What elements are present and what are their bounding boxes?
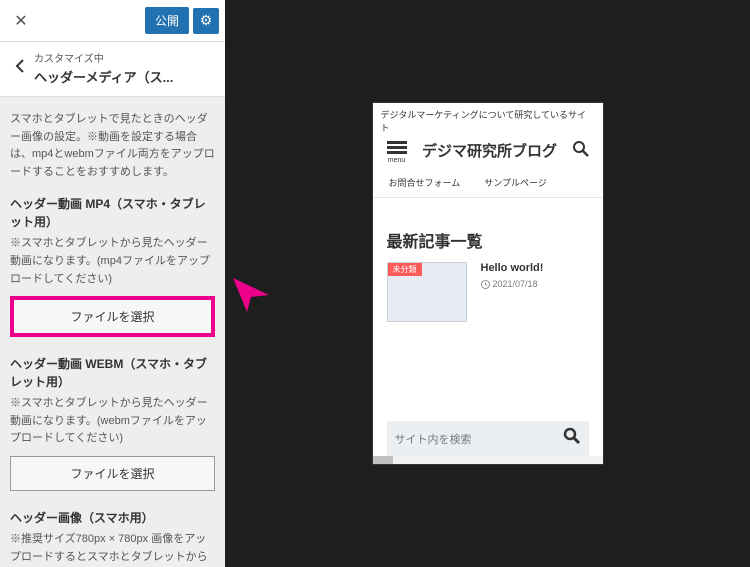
section-title-mp4: ヘッダー動画 MP4（スマホ・タブレット用） (10, 195, 215, 231)
section-title-image: ヘッダー画像（スマホ用） (10, 509, 215, 527)
publish-button[interactable]: 公開 (145, 7, 189, 34)
nav-link-contact[interactable]: お問合せフォーム (389, 176, 461, 189)
mobile-preview-frame: デジタルマーケティングについて研究しているサイト menu デジマ研究所ブログ … (372, 102, 604, 465)
section-title-webm: ヘッダー動画 WEBM（スマホ・タブレット用） (10, 355, 215, 391)
customizer-panel: ✕ 公開 ⚙ カスタマイズ中 ヘッダーメディア（ス... スマホとタブレットで見… (0, 0, 225, 567)
chevron-left-icon (14, 58, 26, 74)
back-button[interactable] (6, 58, 34, 79)
section-note-mp4: ※スマホとタブレットから見たヘッダー動画になります。(mp4ファイルをアップロー… (10, 235, 215, 288)
post-meta: Hello world! 2021/07/18 (481, 262, 589, 322)
settings-button[interactable]: ⚙ (193, 8, 219, 34)
breadcrumb-text: カスタマイズ中 ヘッダーメディア（ス... (34, 50, 219, 86)
post-thumbnail: 未分類 (387, 262, 467, 322)
section-note-image: ※推奨サイズ780px × 780px 画像をアップロードするとスマホとタブレッ… (10, 531, 215, 567)
horizontal-scrollbar[interactable] (373, 456, 603, 464)
nav-links: お問合せフォーム サンプルページ (373, 172, 603, 198)
menu-button[interactable]: menu (383, 139, 411, 164)
customizer-topbar: ✕ 公開 ⚙ (0, 0, 225, 42)
site-header: menu デジマ研究所ブログ (373, 137, 603, 172)
select-file-webm-button[interactable]: ファイルを選択 (10, 456, 215, 491)
panel-description: スマホとタブレットで見たときのヘッダー画像の設定。※動画を設定する場合は、mp4… (10, 111, 215, 181)
preview-area: デジタルマーケティングについて研究しているサイト menu デジマ研究所ブログ … (225, 0, 750, 567)
page-title: ヘッダーメディア（ス... (34, 67, 219, 86)
post-date: 2021/07/18 (481, 279, 589, 289)
search-submit-button[interactable] (563, 427, 581, 450)
search-button[interactable] (569, 140, 593, 163)
post-item[interactable]: 未分類 Hello world! 2021/07/18 (373, 262, 603, 322)
search-icon (572, 140, 590, 158)
nav-link-sample[interactable]: サンプルページ (484, 176, 547, 189)
topbar-actions: 公開 ⚙ (145, 7, 219, 34)
section-note-webm: ※スマホとタブレットから見たヘッダー動画になります。(webmファイルをアップロ… (10, 395, 215, 448)
category-badge: 未分類 (388, 263, 422, 276)
search-bar[interactable]: サイト内を検索 (387, 421, 589, 456)
gear-icon: ⚙ (200, 12, 213, 29)
clock-icon (481, 280, 490, 289)
site-tagline: デジタルマーケティングについて研究しているサイト (373, 103, 603, 137)
search-input[interactable]: サイト内を検索 (395, 431, 563, 447)
site-title[interactable]: デジマ研究所ブログ (411, 142, 569, 162)
latest-posts-heading: 最新記事一覧 (373, 222, 603, 262)
breadcrumb: カスタマイズ中 ヘッダーメディア（ス... (0, 42, 225, 97)
menu-label: menu (388, 157, 406, 164)
breadcrumb-context: カスタマイズ中 (34, 50, 219, 65)
panel-body: スマホとタブレットで見たときのヘッダー画像の設定。※動画を設定する場合は、mp4… (0, 97, 225, 567)
select-file-mp4-button[interactable]: ファイルを選択 (10, 296, 215, 337)
post-title: Hello world! (481, 262, 589, 274)
close-icon[interactable]: ✕ (6, 11, 36, 31)
search-icon (563, 427, 581, 445)
hamburger-icon (387, 139, 407, 156)
